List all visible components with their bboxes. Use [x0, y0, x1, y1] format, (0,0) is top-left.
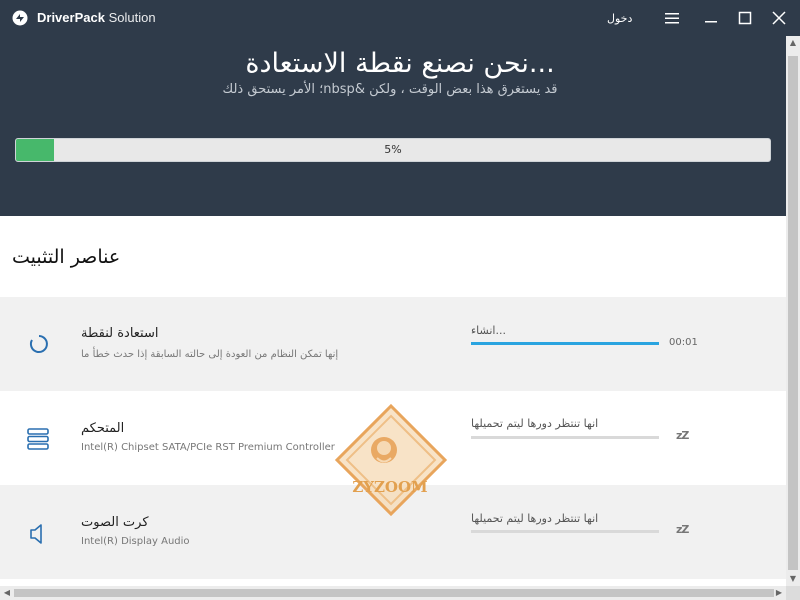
item-title: المتحكم: [81, 421, 125, 436]
item-subtitle: Intel(R) Display Audio: [81, 536, 190, 547]
spinner-icon: [29, 335, 48, 353]
scroll-right-icon[interactable]: ▶: [772, 586, 786, 600]
item-progress-fill: [471, 342, 659, 345]
controller-icon: [27, 428, 49, 450]
scroll-down-icon[interactable]: ▼: [786, 572, 800, 586]
title-bar: DriverPack Solution دخول: [0, 0, 800, 36]
app-brand: DriverPack Solution: [37, 10, 156, 25]
list-item-controller: المتحكم Intel(R) Chipset SATA/PCIe RST P…: [0, 391, 786, 485]
close-icon[interactable]: [768, 8, 790, 28]
page-subline: ؛ الأمر يستحق ذلكnbsp& قد يستغرق هذا بعض…: [222, 82, 558, 97]
menu-icon[interactable]: [661, 8, 683, 28]
speaker-icon: [30, 524, 42, 544]
item-status: ...انشاء: [471, 324, 506, 337]
item-title: كرت الصوت: [81, 515, 149, 530]
item-progress-track: [471, 342, 659, 345]
item-title: استعادة لنقطة: [81, 326, 159, 341]
item-status: انها تنتظر دورها ليتم تحميلها: [471, 512, 599, 525]
header-panel: DriverPack Solution دخول ...نحن نصنع نقط…: [0, 0, 800, 216]
section-title: عناصر التثبيت: [12, 246, 121, 268]
vertical-scroll-thumb[interactable]: [788, 56, 798, 570]
list-item-sound-card: كرت الصوت Intel(R) Display Audio انها تن…: [0, 485, 786, 579]
item-subtitle: Intel(R) Chipset SATA/PCIe RST Premium C…: [81, 442, 335, 453]
overall-progress-bar: 5%: [15, 138, 771, 162]
page-headline: ...نحن نصنع نقطة الاستعادة: [245, 48, 555, 79]
waiting-zz-icon: zZ: [676, 429, 689, 442]
overall-progress-label: 5%: [384, 143, 402, 156]
brand-bold: DriverPack: [37, 10, 105, 25]
login-link[interactable]: دخول: [607, 12, 632, 25]
driverpack-logo-icon: [12, 10, 28, 26]
waiting-zz-icon: zZ: [676, 523, 689, 536]
item-time: 00:01: [669, 337, 698, 348]
list-item-next: [0, 579, 786, 586]
item-status: انها تنتظر دورها ليتم تحميلها: [471, 417, 599, 430]
brand-light: Solution: [108, 10, 156, 25]
item-subtitle: إنها تمكن النظام من العودة إلى حالته الس…: [81, 349, 339, 360]
scroll-left-icon[interactable]: ◀: [0, 586, 14, 600]
scroll-corner: [786, 586, 800, 600]
maximize-icon[interactable]: [734, 8, 756, 28]
minimize-icon[interactable]: [700, 8, 722, 28]
scroll-up-icon[interactable]: ▲: [786, 36, 800, 50]
item-progress-track: [471, 530, 659, 533]
horizontal-scroll-thumb[interactable]: [14, 589, 774, 597]
list-item-restore-point: استعادة لنقطة إنها تمكن النظام من العودة…: [0, 297, 786, 391]
item-progress-track: [471, 436, 659, 439]
